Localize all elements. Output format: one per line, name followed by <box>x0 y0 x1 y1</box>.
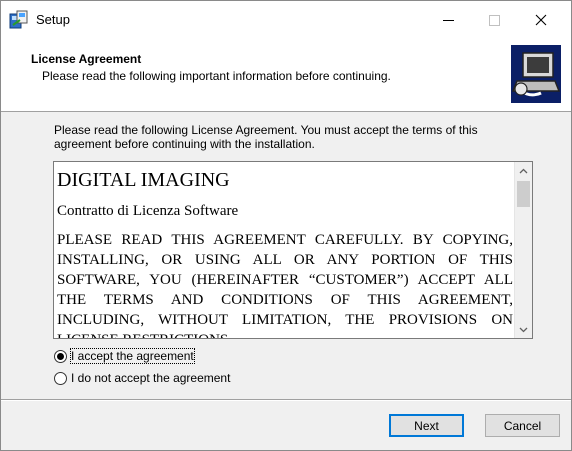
setup-window: Setup License Agreement Please read the … <box>0 0 572 451</box>
accept-radio[interactable] <box>54 349 67 363</box>
decline-label[interactable]: I do not accept the agreement <box>71 371 230 385</box>
close-button[interactable] <box>518 1 563 39</box>
scroll-thumb[interactable] <box>517 181 530 207</box>
wizard-header: License Agreement Please read the follow… <box>1 39 571 112</box>
minimize-icon <box>443 19 454 21</box>
close-icon <box>535 14 546 26</box>
scroll-down-button[interactable] <box>515 321 532 338</box>
scroll-up-button[interactable] <box>515 162 532 179</box>
minimize-button[interactable] <box>426 1 471 39</box>
chevron-down-icon <box>519 327 528 332</box>
page-title: License Agreement <box>31 52 142 66</box>
window-title: Setup <box>36 12 70 27</box>
license-text-box[interactable]: DIGITAL IMAGING Contratto di Licenza Sof… <box>53 161 533 339</box>
maximize-icon <box>489 14 500 26</box>
setup-app-icon <box>9 10 29 30</box>
license-heading: DIGITAL IMAGING <box>57 169 230 191</box>
license-subheading: Contratto di Licenza Software <box>57 203 239 219</box>
cancel-button[interactable]: Cancel <box>485 414 560 437</box>
title-bar[interactable]: Setup <box>1 1 571 39</box>
footer-divider <box>1 399 571 401</box>
decline-agreement-option[interactable]: I do not accept the agreement <box>54 371 230 385</box>
installer-computer-icon <box>511 45 561 103</box>
accept-label[interactable]: I accept the agreement <box>70 348 195 364</box>
license-content: DIGITAL IMAGING Contratto di Licenza Sof… <box>57 168 513 338</box>
license-instructions: Please read the following License Agreem… <box>54 123 478 151</box>
license-scrollbar[interactable] <box>514 162 532 338</box>
decline-radio[interactable] <box>54 371 67 385</box>
chevron-up-icon <box>519 168 528 173</box>
page-subtitle: Please read the following important info… <box>42 69 391 83</box>
next-button[interactable]: Next <box>389 414 464 437</box>
license-body: PLEASE READ THIS AGREEMENT CAREFULLY. BY… <box>57 232 513 338</box>
accept-agreement-option[interactable]: I accept the agreement <box>54 348 195 364</box>
maximize-button <box>472 1 517 39</box>
